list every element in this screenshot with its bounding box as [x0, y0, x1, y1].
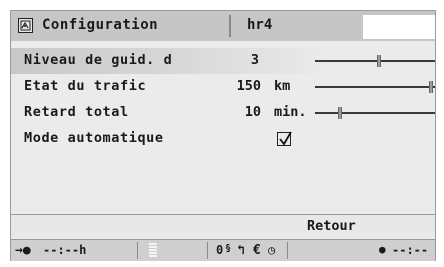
navigation-settings-icon: [18, 18, 33, 33]
slider-handle[interactable]: [429, 81, 433, 93]
euro-icon: €: [253, 243, 261, 258]
status-divider: [287, 242, 288, 259]
setting-label: Mode automatique: [24, 130, 164, 146]
total-delay-slider[interactable]: [315, 107, 435, 119]
guidance-level-slider[interactable]: [315, 55, 435, 67]
auto-mode-checkbox[interactable]: [277, 131, 292, 146]
arrival-time: --:--h: [43, 243, 87, 257]
setting-label: Retard total: [24, 104, 129, 120]
setting-label: Etat du trafic: [24, 78, 147, 94]
arrow-right-icon: →●: [15, 243, 31, 258]
clock-icon: ◷: [268, 243, 276, 257]
turn-arrow-icon: ↰: [237, 243, 245, 258]
header-info-box: [363, 15, 435, 39]
traffic-range-slider[interactable]: [315, 81, 435, 93]
header-bar: Configuration hr4: [11, 11, 435, 41]
radio-station-label: hr4: [247, 17, 273, 33]
setting-value: 150: [236, 78, 261, 94]
status-bar: →● --:--h 0 § ↰ € ◷ ● --:--: [11, 239, 435, 261]
slider-handle[interactable]: [377, 55, 381, 67]
status-divider: [207, 242, 208, 259]
setting-row-guidance-level[interactable]: Niveau de guid. d 3: [11, 48, 435, 74]
back-button[interactable]: Retour: [307, 218, 356, 234]
setting-row-total-delay[interactable]: Retard total 10 min.: [11, 100, 435, 126]
setting-row-traffic[interactable]: Etat du trafic 150 km: [11, 74, 435, 100]
setting-unit: min.: [274, 104, 307, 120]
header-divider: [229, 15, 231, 37]
signal-bars-icon: [149, 243, 157, 258]
page-title: Configuration: [42, 17, 159, 33]
current-time: --:--: [392, 243, 429, 257]
config-screen: Configuration hr4 Niveau de guid. d 3 Et…: [10, 10, 436, 261]
softkey-bar: Retour: [11, 214, 435, 237]
checkmark-icon: [279, 131, 292, 146]
setting-label: Niveau de guid. d: [24, 52, 173, 68]
setting-value: 10: [244, 104, 261, 120]
setting-unit: km: [274, 78, 291, 94]
tmc-icon: §: [225, 243, 232, 254]
setting-row-auto-mode[interactable]: Mode automatique: [11, 126, 435, 152]
tmc-count: 0: [216, 243, 224, 257]
dot-icon: ●: [379, 243, 386, 256]
status-divider: [137, 242, 138, 259]
setting-value: 3: [250, 52, 259, 68]
slider-handle[interactable]: [338, 107, 342, 119]
